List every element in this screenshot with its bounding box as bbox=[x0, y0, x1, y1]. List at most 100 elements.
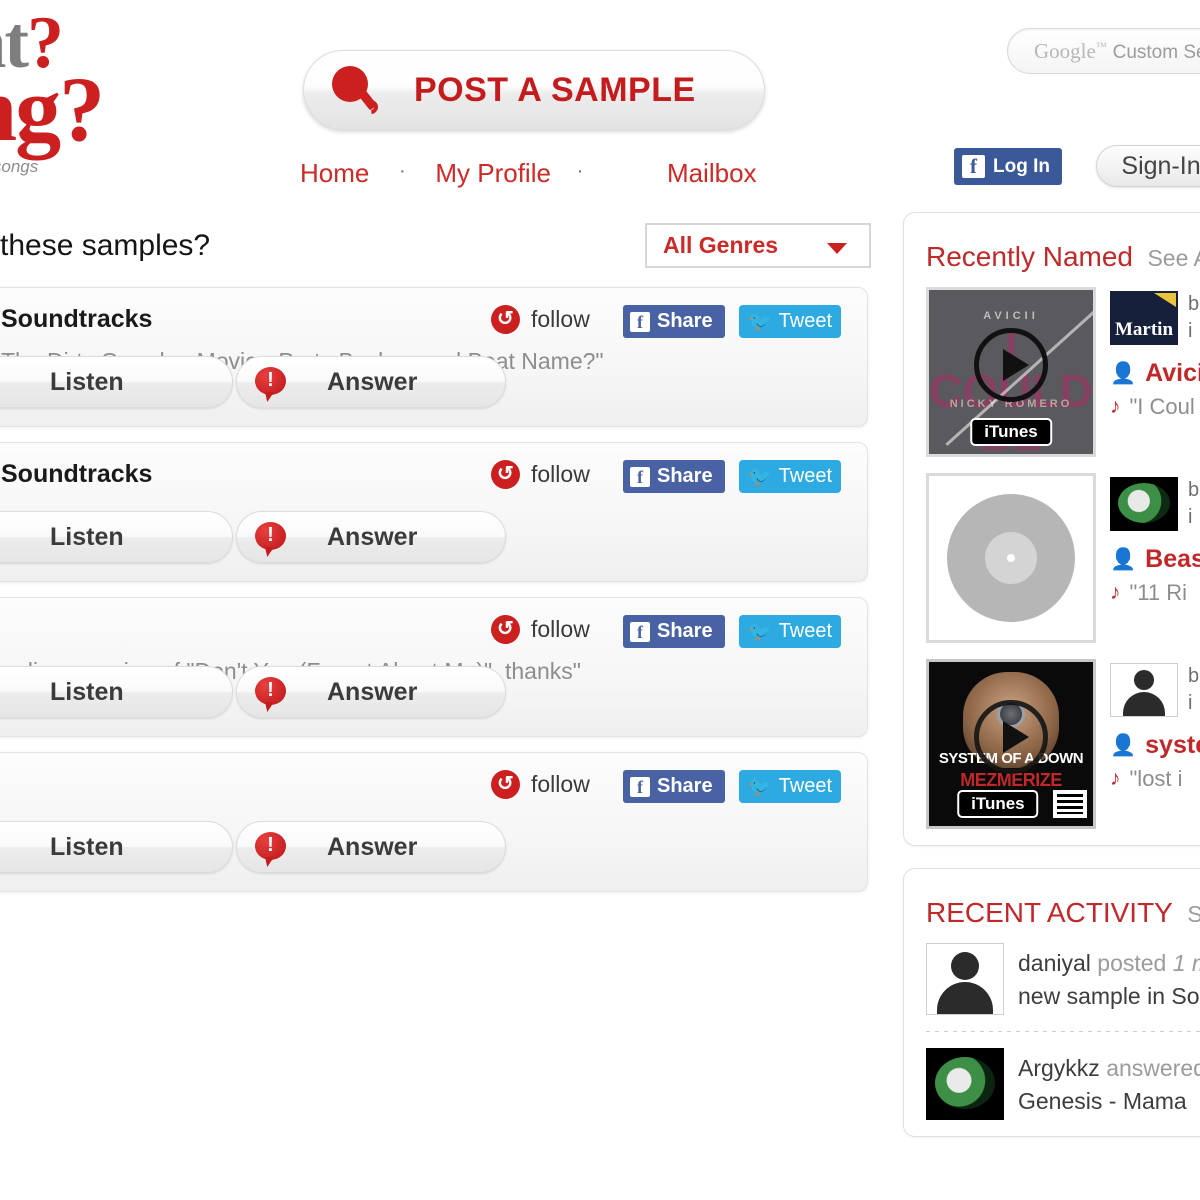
album-art[interactable] bbox=[926, 473, 1096, 643]
listen-button[interactable]: Listen bbox=[0, 821, 233, 873]
avatar[interactable] bbox=[926, 1048, 1004, 1120]
follow-label: follow bbox=[531, 771, 590, 797]
exclamation-bubble-icon: ! bbox=[255, 522, 286, 550]
follow-button[interactable]: ↻ follow bbox=[491, 615, 590, 644]
site-logo[interactable]: Zat? ong? e of your songs bbox=[0, 6, 192, 192]
sample-card-header: ↻ follow f Share 🐦 Tweet bbox=[0, 598, 867, 660]
recently-named-see-all-link[interactable]: See All bbox=[1147, 245, 1200, 271]
avatar[interactable] bbox=[926, 943, 1004, 1015]
sidebar: Recently Named See All AVICII I COULD BE… bbox=[903, 212, 1200, 1137]
person-icon: 👤 bbox=[1110, 361, 1137, 385]
sample-card[interactable]: ↻ follow f Share 🐦 Tweet Listen ! Answer bbox=[0, 752, 868, 892]
activity-username[interactable]: Argykkz bbox=[1018, 1055, 1100, 1081]
facebook-share-button[interactable]: f Share bbox=[623, 305, 725, 338]
answer-label: Answer bbox=[327, 832, 418, 861]
sample-card[interactable]: ↻ follow f Share 🐦 Tweet a disco version… bbox=[0, 597, 868, 737]
tweet-label: Tweet bbox=[778, 620, 833, 642]
activity-headline: Argykkz answered 13 bbox=[1018, 1052, 1200, 1085]
follow-button[interactable]: ↻ follow bbox=[491, 770, 590, 799]
twitter-tweet-button[interactable]: 🐦 Tweet bbox=[739, 615, 841, 648]
nav-link-mailbox[interactable]: Mailbox bbox=[667, 158, 757, 189]
twitter-tweet-button[interactable]: 🐦 Tweet bbox=[739, 460, 841, 493]
avatar[interactable] bbox=[1110, 477, 1178, 531]
answer-button[interactable]: ! Answer bbox=[236, 356, 506, 408]
share-label: Share bbox=[657, 620, 713, 642]
answer-button[interactable]: ! Answer bbox=[236, 511, 506, 563]
sign-in-button[interactable]: Sign-In bbox=[1096, 145, 1200, 187]
user-line-2: i bbox=[1188, 506, 1193, 528]
answer-button[interactable]: ! Answer bbox=[236, 666, 506, 718]
google-custom-search-input[interactable]: Google™ Custom Se bbox=[1007, 28, 1200, 74]
activity-item[interactable]: daniyal posted 1 min new sample in Sound bbox=[904, 943, 1200, 1031]
facebook-share-button[interactable]: f Share bbox=[623, 615, 725, 648]
song-title: "lost i bbox=[1129, 766, 1183, 791]
user-line-1: b bbox=[1188, 293, 1200, 315]
recently-named-artist-row[interactable]: 👤 Beas bbox=[1110, 545, 1200, 574]
exclamation-bubble-icon: ! bbox=[255, 367, 286, 395]
song-title: "I Coul bbox=[1129, 394, 1195, 419]
follow-button[interactable]: ↻ follow bbox=[491, 460, 590, 489]
sample-card[interactable]: Soundtracks ↻ follow f Share 🐦 Tweet The… bbox=[0, 287, 868, 427]
answer-label: Answer bbox=[327, 677, 418, 706]
page-root: Zat? ong? e of your songs POST A SAMPLE … bbox=[0, 0, 1200, 1200]
logo-tagline: e of your songs bbox=[0, 156, 39, 176]
nav-link-home[interactable]: Home bbox=[300, 158, 369, 189]
activity-item[interactable]: Argykkz answered 13 Genesis - Mama bbox=[904, 1048, 1200, 1136]
user-line-1: b bbox=[1188, 665, 1200, 687]
facebook-share-button[interactable]: f Share bbox=[623, 460, 725, 493]
recently-named-song-row[interactable]: ♪ "11 Ri bbox=[1110, 580, 1200, 606]
follow-label: follow bbox=[531, 461, 590, 487]
sample-card[interactable]: Soundtracks ↻ follow f Share 🐦 Tweet Lis… bbox=[0, 442, 868, 582]
follow-button[interactable]: ↻ follow bbox=[491, 305, 590, 334]
listen-label: Listen bbox=[50, 832, 124, 861]
play-icon[interactable] bbox=[974, 700, 1048, 775]
album-art[interactable]: AVICII I COULD BE THE ONE NICKY ROMERO i… bbox=[926, 287, 1096, 457]
listen-label: Listen bbox=[50, 522, 124, 551]
post-a-sample-button[interactable]: POST A SAMPLE bbox=[303, 50, 765, 130]
listen-label: Listen bbox=[50, 367, 124, 396]
twitter-bird-icon: 🐦 bbox=[748, 776, 772, 798]
recently-named-item[interactable]: b i 👤 Beas ♪ "11 Ri bbox=[904, 473, 1200, 659]
follow-icon: ↻ bbox=[491, 615, 520, 644]
tweet-label: Tweet bbox=[778, 310, 833, 332]
activity-username[interactable]: daniyal bbox=[1018, 950, 1091, 976]
listen-button[interactable]: Listen bbox=[0, 356, 233, 408]
avatar[interactable] bbox=[1110, 291, 1178, 345]
twitter-bird-icon: 🐦 bbox=[748, 311, 772, 333]
listen-button[interactable]: Listen bbox=[0, 511, 233, 563]
follow-icon: ↻ bbox=[491, 305, 520, 334]
recently-named-song-row[interactable]: ♪ "lost i bbox=[1110, 766, 1200, 792]
recently-named-panel: Recently Named See All AVICII I COULD BE… bbox=[903, 212, 1200, 846]
recently-named-user-row: b i bbox=[1110, 477, 1200, 531]
google-brand-label: Google bbox=[1034, 38, 1096, 63]
album-art[interactable]: SYSTEM OF A DOWN MEZMERIZE iTunes bbox=[926, 659, 1096, 829]
tweet-label: Tweet bbox=[778, 465, 833, 487]
itunes-badge[interactable]: iTunes bbox=[957, 790, 1039, 818]
recently-named-song-row[interactable]: ♪ "I Coul bbox=[1110, 394, 1200, 420]
facebook-share-button[interactable]: f Share bbox=[623, 770, 725, 803]
answer-button[interactable]: ! Answer bbox=[236, 821, 506, 873]
twitter-tweet-button[interactable]: 🐦 Tweet bbox=[739, 305, 841, 338]
listen-button[interactable]: Listen bbox=[0, 666, 233, 718]
twitter-tweet-button[interactable]: 🐦 Tweet bbox=[739, 770, 841, 803]
recently-named-artist-row[interactable]: 👤 syste bbox=[1110, 731, 1200, 760]
main-content: these samples? All Genres Soundtracks ↻ … bbox=[0, 215, 871, 907]
facebook-login-button[interactable]: f Log In bbox=[954, 148, 1062, 185]
genre-filter-dropdown[interactable]: All Genres bbox=[645, 223, 871, 268]
tweet-label: Tweet bbox=[778, 775, 833, 797]
nav-link-my-profile[interactable]: My Profile bbox=[435, 158, 551, 189]
song-title: "11 Ri bbox=[1129, 580, 1188, 605]
recently-named-user-row: b i bbox=[1110, 663, 1200, 717]
activity-text: Argykkz answered 13 Genesis - Mama bbox=[1018, 1048, 1200, 1120]
recently-named-artist-row[interactable]: 👤 Avici bbox=[1110, 359, 1200, 388]
recently-named-item[interactable]: SYSTEM OF A DOWN MEZMERIZE iTunes b i 👤 … bbox=[904, 659, 1200, 845]
exclamation-bubble-icon: ! bbox=[255, 832, 286, 860]
recent-activity-see-more-link[interactable]: See Mo bbox=[1187, 901, 1200, 927]
recently-named-item[interactable]: AVICII I COULD BE THE ONE NICKY ROMERO i… bbox=[904, 287, 1200, 473]
play-icon[interactable] bbox=[974, 328, 1048, 403]
recently-named-user-text: b i bbox=[1188, 477, 1199, 531]
avatar[interactable] bbox=[1110, 663, 1178, 717]
recent-activity-title: RECENT ACTIVITY bbox=[926, 897, 1173, 928]
itunes-badge[interactable]: iTunes bbox=[970, 418, 1052, 446]
activity-divider bbox=[926, 1031, 1200, 1032]
